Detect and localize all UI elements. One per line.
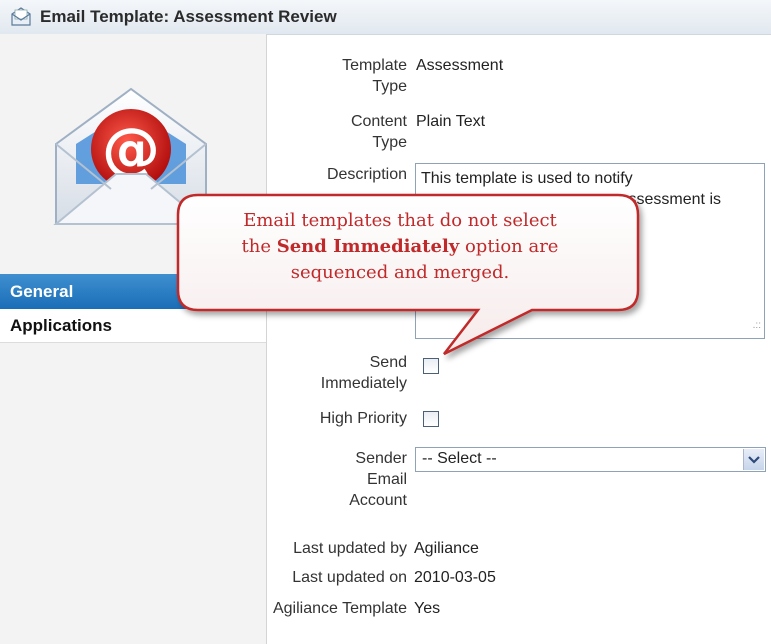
callout-line2: the Send Immediately option are [180, 234, 620, 260]
chevron-down-icon[interactable] [743, 449, 764, 470]
content-type-label: Content Type [351, 111, 407, 153]
send-immediately-label-line1: Send [369, 354, 407, 371]
content-type-label-line2: Type [372, 134, 407, 151]
window-title-bar: Email Template: Assessment Review [0, 0, 771, 35]
sender-select-value: -- Select -- [422, 450, 497, 467]
sender-label-line1: Sender [355, 450, 407, 467]
sender-email-account-select[interactable]: -- Select -- [415, 447, 766, 472]
sender-label-line2: Email [366, 471, 407, 488]
send-immediately-label-line2: Immediately [320, 375, 407, 392]
template-type-label: Template Type [342, 55, 407, 97]
high-priority-checkbox[interactable] [423, 411, 439, 427]
last-updated-by-label: Last updated by [293, 540, 407, 557]
description-line1: This template is used to notify [421, 170, 633, 187]
window-title: Email Template: Assessment Review [40, 7, 337, 26]
send-immediately-checkbox[interactable] [423, 358, 439, 374]
callout-line2-pre: the [241, 236, 277, 257]
send-immediately-label: Send Immediately [321, 352, 407, 394]
sender-label-line3: Account [349, 492, 407, 509]
callout-text: Email templates that do not select the S… [180, 208, 620, 286]
description-line2: ssessment is [628, 191, 721, 208]
svg-text:@: @ [102, 115, 160, 183]
sender-email-account-label: Sender Email Account [349, 448, 407, 511]
agiliance-template-label: Agiliance Template [272, 600, 407, 617]
resize-grip-icon[interactable]: .:: [753, 315, 761, 336]
last-updated-on-value: 2010-03-05 [414, 569, 496, 586]
sidebar-item-applications[interactable]: Applications [0, 309, 266, 343]
content-type-label-line1: Content [350, 113, 407, 130]
callout-line2-post: option are [459, 236, 559, 257]
template-type-label-line1: Template [342, 57, 407, 74]
callout-line3: sequenced and merged. [290, 262, 510, 283]
high-priority-label: High Priority [319, 410, 407, 427]
callout-line1: Email templates that do not select [243, 210, 557, 231]
last-updated-by-value: Agiliance [414, 540, 479, 557]
callout-line2-bold: Send Immediately [276, 236, 460, 257]
description-label: Description [326, 166, 407, 183]
envelope-icon [11, 7, 31, 26]
last-updated-on-label: Last updated on [292, 569, 407, 586]
agiliance-template-value: Yes [414, 600, 441, 617]
template-type-label-line2: Type [372, 78, 407, 95]
content-type-value: Plain Text [416, 113, 486, 130]
left-panel: @ General Applications [0, 34, 267, 644]
template-type-value: Assessment [416, 57, 504, 74]
